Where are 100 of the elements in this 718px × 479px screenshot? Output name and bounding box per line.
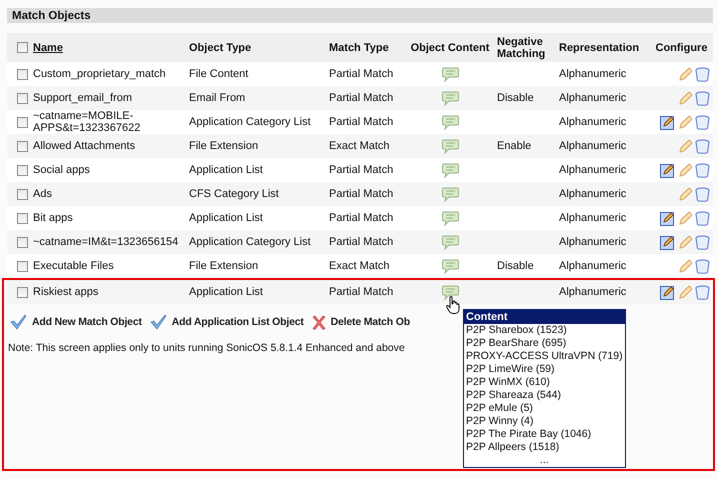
row-checkbox[interactable] xyxy=(16,140,28,152)
name-cell-text: Bit apps xyxy=(33,212,74,224)
content-item: P2P Winny (4) xyxy=(465,414,534,428)
representation-cell-text: Alphanumeric xyxy=(559,212,628,224)
representation-cell-text: Alphanumeric xyxy=(559,286,628,298)
column-header: Object Content xyxy=(410,42,490,54)
object-type-cell-text: Application List xyxy=(189,164,264,176)
trash-icon[interactable] xyxy=(695,138,710,154)
action-link[interactable]: Add Application List Object xyxy=(150,314,304,330)
name-cell-text: ~catname=MOBILE-APPS&t=1323367622 xyxy=(33,110,142,134)
checkmark-icon xyxy=(10,314,27,330)
row-checkbox[interactable] xyxy=(16,212,28,224)
match-type-cell-text: Partial Match xyxy=(329,212,394,224)
column-header: Representation xyxy=(559,42,640,54)
edit-list-icon[interactable] xyxy=(660,234,675,250)
name-cell-text: ~catname=IM&t=1323656154 xyxy=(33,236,180,248)
object-type-cell-text: Application Category List xyxy=(189,236,312,248)
action-link[interactable]: Delete Match Ob xyxy=(312,314,410,330)
match-type-cell-text: Partial Match xyxy=(329,92,394,104)
content-item: P2P BearShare (695) xyxy=(465,336,568,350)
column-header[interactable]: Name xyxy=(33,42,189,54)
pencil-icon[interactable] xyxy=(678,90,692,106)
edit-list-icon[interactable] xyxy=(660,210,675,226)
match-type-cell-text: Partial Match xyxy=(329,164,394,176)
object-type-cell-text: Application List xyxy=(189,212,264,224)
name-cell-text: Social apps xyxy=(33,164,91,176)
select-all-checkbox[interactable] xyxy=(16,42,28,53)
match-type-cell-text: Exact Match xyxy=(329,260,391,272)
content-item: P2P eMule (5) xyxy=(465,402,534,414)
row-checkbox[interactable] xyxy=(16,286,28,298)
content-item: P2P Sharebox (1523) xyxy=(465,324,568,336)
representation-cell-text: Alphanumeric xyxy=(559,92,628,104)
name-cell-text: Support_email_from xyxy=(33,92,134,104)
note-text: Note: This screen applies only to units running SonicOS 5.8.1.4 Enhanced and above xyxy=(7,342,405,354)
object-type-cell-text: Email From xyxy=(189,92,246,104)
match-type-cell-text: Partial Match xyxy=(329,286,394,298)
trash-icon[interactable] xyxy=(695,66,710,82)
representation-cell-text: Alphanumeric xyxy=(559,116,628,128)
column-header: Match Type xyxy=(329,42,390,54)
tooltip-title: Content xyxy=(464,310,625,324)
row-checkbox[interactable] xyxy=(16,236,28,248)
panel-title: Match Objects xyxy=(7,8,713,23)
comment-icon[interactable] xyxy=(442,284,458,300)
trash-icon[interactable] xyxy=(695,234,710,250)
row-checkbox[interactable] xyxy=(16,92,28,104)
content-item: PROXY-ACCESS UltraVPN (719) xyxy=(465,350,624,362)
representation-cell-text: Alphanumeric xyxy=(559,260,628,272)
object-type-cell-text: File Content xyxy=(189,68,250,80)
trash-icon[interactable] xyxy=(695,90,710,106)
object-type-cell-text: File Extension xyxy=(189,260,260,272)
pencil-icon[interactable] xyxy=(678,258,692,274)
content-item: P2P Shareaza (544) xyxy=(465,388,562,402)
content-item: P2P LimeWire (59) xyxy=(465,362,556,376)
representation-cell-text: Alphanumeric xyxy=(559,236,628,248)
match-type-cell-text: Partial Match xyxy=(329,236,394,248)
match-type-cell-text: Partial Match xyxy=(329,68,394,80)
content-item: P2P The Pirate Bay (1046) xyxy=(465,428,592,440)
representation-cell-text: Alphanumeric xyxy=(559,164,628,176)
representation-cell-text: Alphanumeric xyxy=(559,140,628,152)
negative-matching-cell-text: Disable xyxy=(497,92,535,104)
trash-icon[interactable] xyxy=(695,258,710,274)
object-type-cell-text: CFS Category List xyxy=(189,188,280,200)
representation-cell-text: Alphanumeric xyxy=(559,188,628,200)
match-type-cell-text: Exact Match xyxy=(329,140,391,152)
row-checkbox[interactable] xyxy=(16,188,28,200)
pencil-icon[interactable] xyxy=(678,66,692,82)
row-checkbox[interactable] xyxy=(16,116,28,128)
trash-icon[interactable] xyxy=(695,114,710,130)
negative-matching-cell-text: Enable xyxy=(497,140,532,152)
checkmark-icon xyxy=(150,314,167,330)
column-header: Negative Matching xyxy=(497,36,546,60)
row-checkbox[interactable] xyxy=(16,164,28,176)
match-type-cell-text: Partial Match xyxy=(329,188,394,200)
column-header: Configure xyxy=(654,42,708,54)
edit-list-icon[interactable] xyxy=(660,284,675,300)
trash-icon[interactable] xyxy=(695,162,710,178)
pencil-icon[interactable] xyxy=(678,186,692,202)
object-type-cell-text: File Extension xyxy=(189,140,260,152)
content-item: P2P Allpeers (1518) xyxy=(465,440,560,454)
content-item: P2P WinMX (610) xyxy=(465,376,551,388)
action-link[interactable]: Add New Match Object xyxy=(10,314,142,330)
name-cell-text: Ads xyxy=(33,188,53,200)
match-type-cell-text: Partial Match xyxy=(329,116,394,128)
negative-matching-cell-text: Disable xyxy=(497,260,535,272)
object-type-cell-text: Application List xyxy=(189,286,264,298)
row-checkbox[interactable] xyxy=(16,260,28,272)
row-checkbox[interactable] xyxy=(16,68,28,80)
trash-icon[interactable] xyxy=(695,210,710,226)
representation-cell-text: Alphanumeric xyxy=(559,68,628,80)
name-cell-text: Riskiest apps xyxy=(33,286,100,298)
object-type-cell-text: Application Category List xyxy=(189,116,312,128)
edit-list-icon[interactable] xyxy=(660,114,675,130)
name-cell-text: Executable Files xyxy=(33,260,115,272)
trash-icon[interactable] xyxy=(695,186,710,202)
trash-icon[interactable] xyxy=(695,284,710,300)
content-item: ... xyxy=(538,454,550,466)
name-cell-text: Custom_proprietary_match xyxy=(33,68,167,80)
edit-list-icon[interactable] xyxy=(660,162,675,178)
delete-x-icon xyxy=(312,314,326,330)
pencil-icon[interactable] xyxy=(678,138,692,154)
